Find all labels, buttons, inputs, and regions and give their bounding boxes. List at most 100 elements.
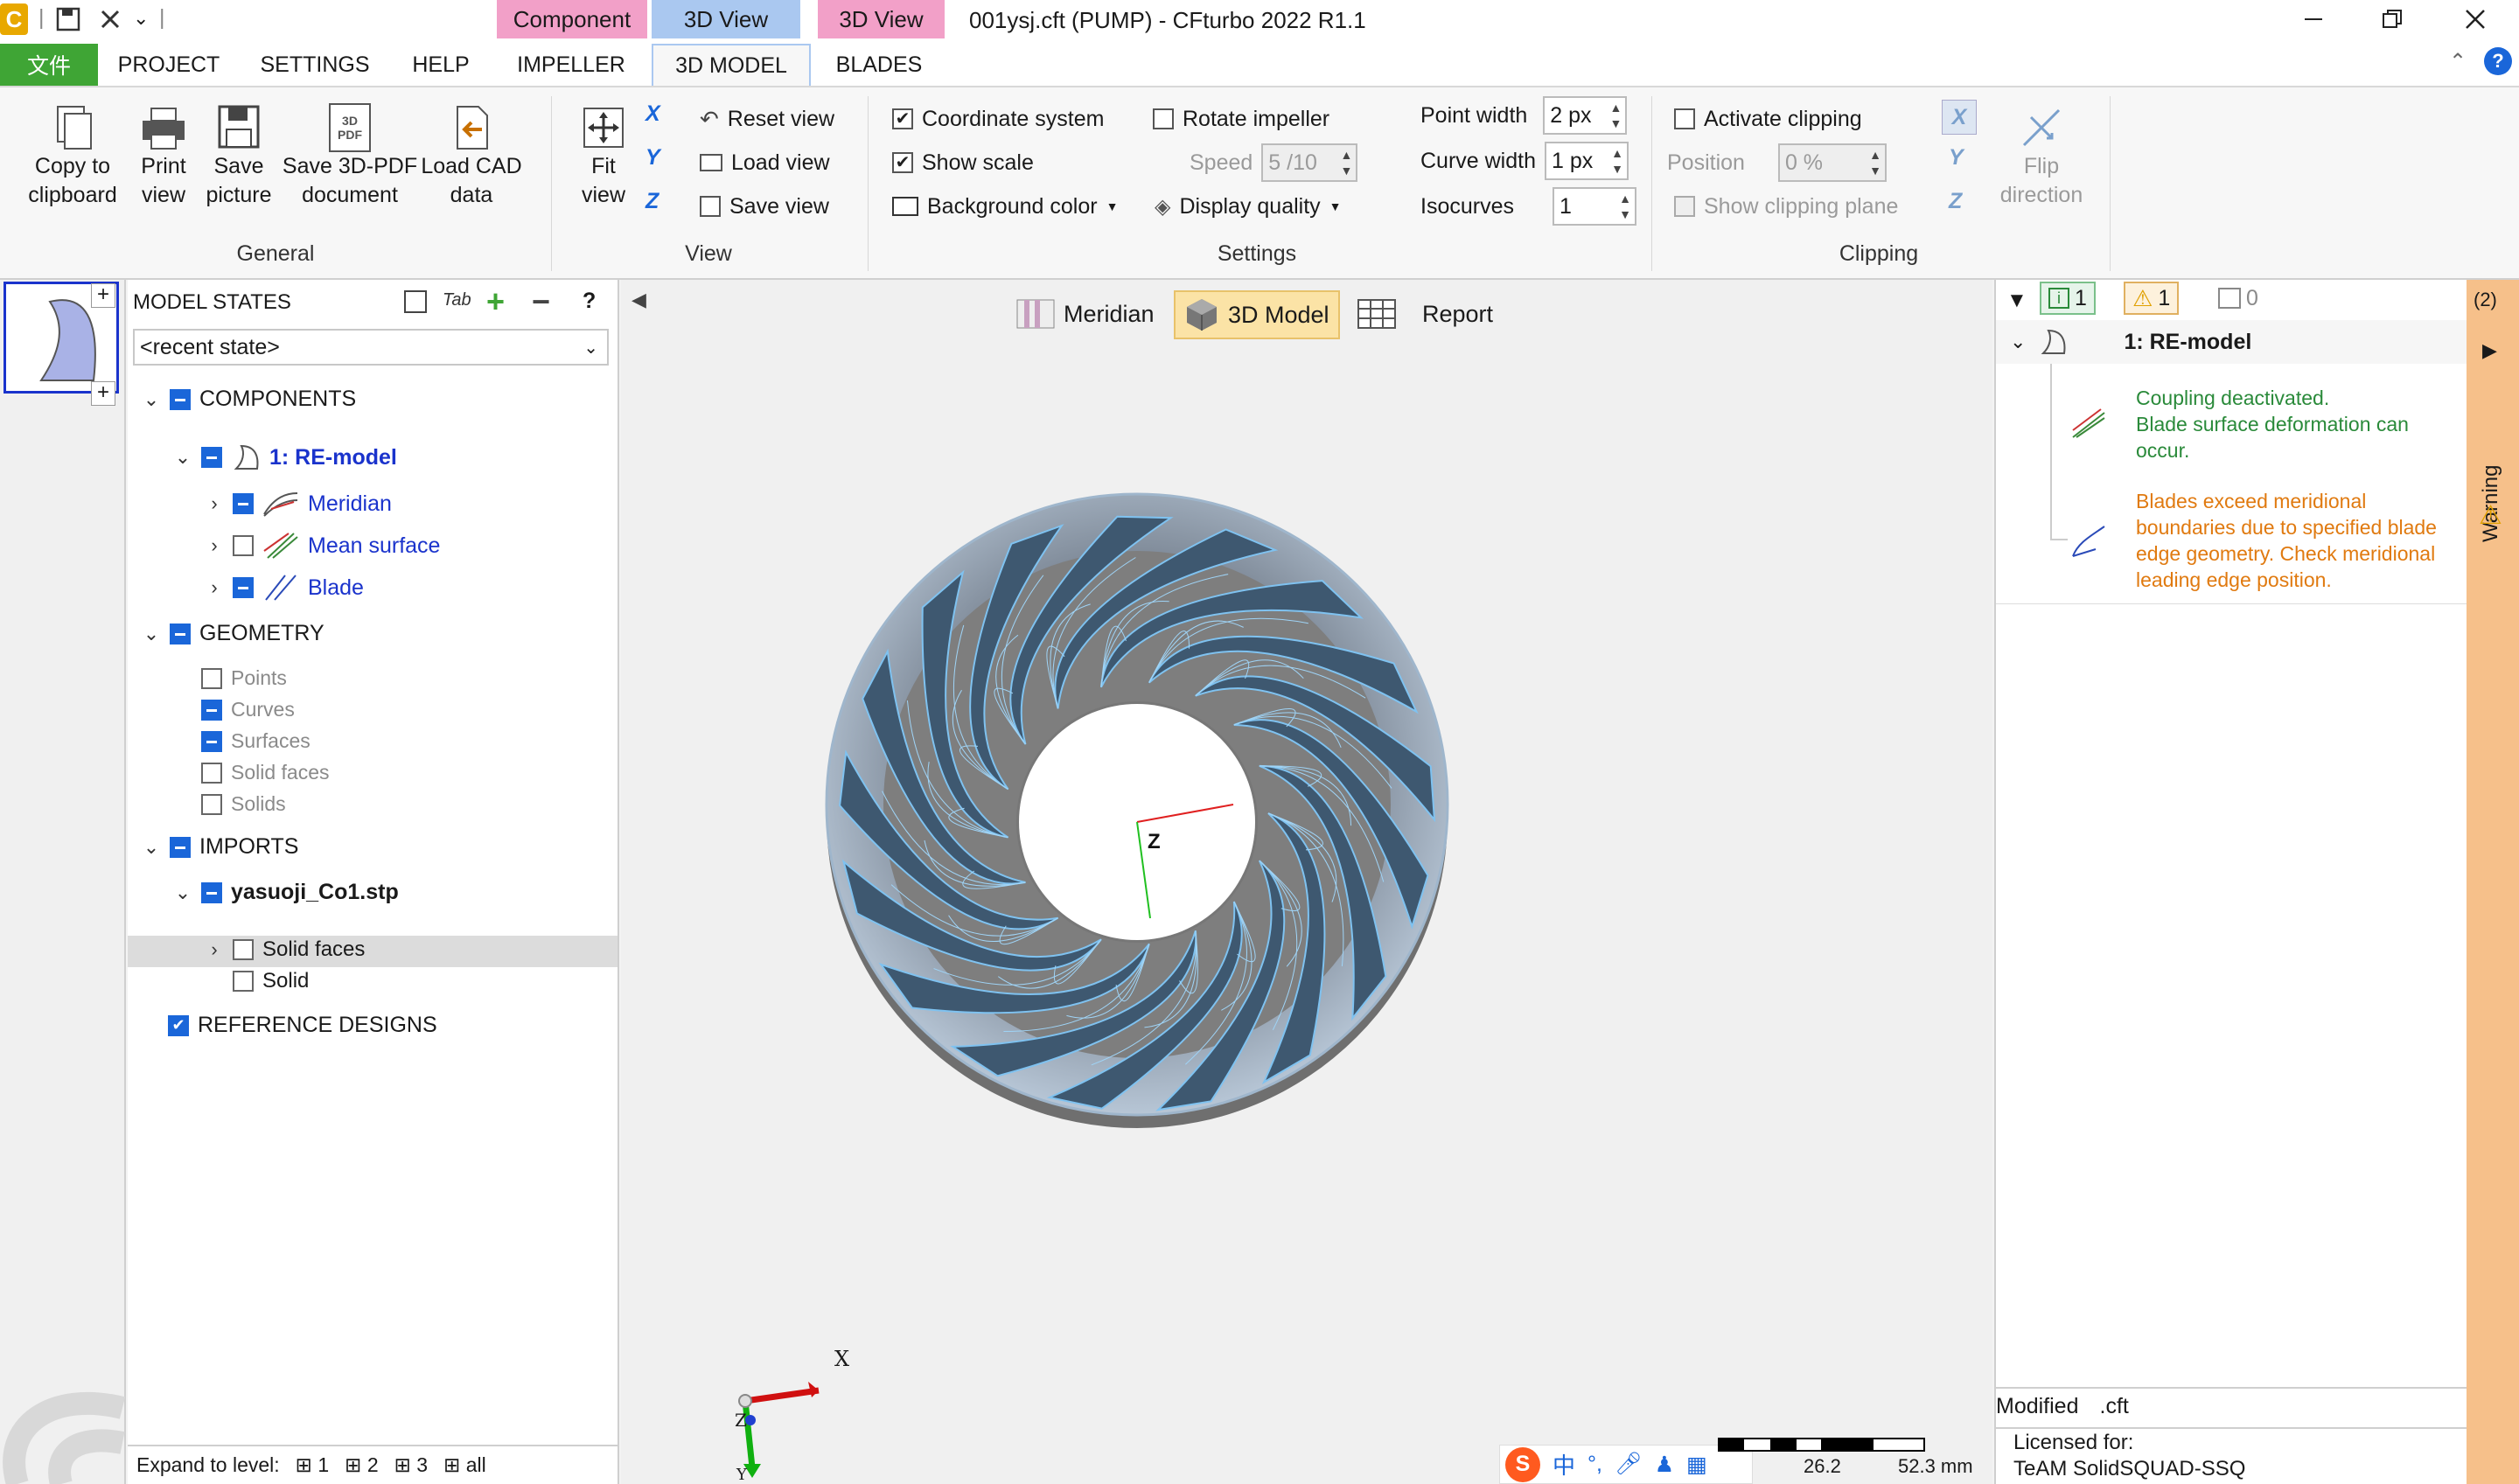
spinner-arrows-icon[interactable]: ▲ ▼ <box>1619 191 1631 222</box>
warning-side-tab[interactable]: Warning <box>2479 411 2507 586</box>
tab-icon[interactable]: Tab <box>443 290 471 310</box>
collapse-icon[interactable]: ⌄ <box>173 446 192 469</box>
tree-checkbox[interactable] <box>201 699 222 721</box>
state-select[interactable]: <recent state> ⌄ <box>133 329 609 366</box>
collapse-left-panel-icon[interactable]: ◀ <box>631 289 646 311</box>
tree-item-solid-faces-import[interactable]: › Solid faces <box>205 937 365 962</box>
ime-toolbar[interactable]: S 中 °, 🎤︎ ♟ ▦ <box>1499 1445 1753 1484</box>
spinner-arrows-icon[interactable]: ▲ ▼ <box>1609 100 1622 131</box>
3d-viewport[interactable]: ◀ Meridian 3D Model Report Z X Z Y S 中 °… <box>621 280 1992 1484</box>
filter-icon[interactable]: ▼ <box>2006 289 2027 313</box>
view-axis-x-button[interactable]: X <box>645 101 680 136</box>
tree-item-reference-designs[interactable]: ✔ REFERENCE DESIGNS <box>168 1013 437 1038</box>
collapse-icon[interactable]: ⌄ <box>142 836 161 859</box>
tab-file[interactable]: 文件 <box>0 44 98 86</box>
tree-item-re-model[interactable]: ⌄ 1: RE-model <box>173 442 397 472</box>
add-thumb-bottom-button[interactable]: + <box>91 381 115 406</box>
tree-item-geometry[interactable]: ⌄ GEOMETRY <box>142 621 324 646</box>
load-cad-button[interactable]: Load CAD data <box>418 103 525 210</box>
tree-checkbox[interactable] <box>233 939 254 960</box>
tree-checkbox[interactable] <box>201 793 222 815</box>
warning-filter-button[interactable]: ⚠ 1 <box>2124 282 2180 315</box>
show-scale-checkbox[interactable]: Show scale <box>892 145 1034 180</box>
customize-quick-access-icon[interactable]: ⌄ <box>133 7 150 31</box>
tab-blades[interactable]: BLADES <box>822 44 936 86</box>
print-view-button[interactable]: Print view <box>131 103 196 210</box>
tree-checkbox[interactable] <box>201 667 222 689</box>
tab-impeller[interactable]: IMPELLER <box>504 44 638 86</box>
warning-side-strip[interactable]: (2) ▶ Warning ⚠ <box>2467 280 2519 1484</box>
coordinate-system-check[interactable] <box>892 108 913 129</box>
impeller-3d-model[interactable]: Z <box>813 481 1461 1128</box>
remove-state-button[interactable]: − <box>532 283 550 320</box>
info-filter-button[interactable]: i 1 <box>2040 282 2096 315</box>
activate-clipping-check[interactable] <box>1674 108 1695 129</box>
tree-item-curves[interactable]: Curves <box>201 698 295 721</box>
tree-item-components[interactable]: ⌄ COMPONENTS <box>142 387 356 412</box>
collapse-icon[interactable]: ⌄ <box>142 388 161 411</box>
tree-item-solids[interactable]: Solids <box>201 792 286 816</box>
tab-project[interactable]: PROJECT <box>105 44 233 86</box>
tree-item-meridian[interactable]: › Meridian <box>205 490 392 518</box>
show-scale-check[interactable] <box>892 152 913 173</box>
tree-checkbox[interactable]: ✔ <box>168 1014 189 1036</box>
expand-icon[interactable]: › <box>205 492 224 515</box>
tree-checkbox[interactable] <box>233 971 254 992</box>
expand-icon[interactable]: › <box>205 534 224 557</box>
tree-checkbox[interactable] <box>201 881 222 903</box>
tree-item-points[interactable]: Points <box>201 666 287 690</box>
tree-checkbox[interactable] <box>201 730 222 752</box>
tree-checkbox[interactable] <box>170 623 191 644</box>
spinner-arrows-icon[interactable]: ▲ ▼ <box>1611 145 1623 177</box>
tree-item-blade[interactable]: › Blade <box>205 574 364 602</box>
collapse-icon[interactable]: ⌄ <box>2010 331 2026 353</box>
tree-checkbox[interactable] <box>233 577 254 598</box>
close-window-button[interactable] <box>2436 0 2515 38</box>
messages-root-row[interactable]: ⌄ 1: RE-model <box>1996 320 2467 364</box>
view-tab-report[interactable]: Report <box>1352 290 1498 338</box>
load-view-button[interactable]: Load view <box>700 145 830 180</box>
expand-level-3[interactable]: ⊞ 3 <box>394 1453 428 1477</box>
tree-item-mean-surface[interactable]: › Mean surface <box>205 532 440 560</box>
point-width-spinner[interactable]: 2 px ▲ ▼ <box>1543 96 1628 135</box>
collapse-icon[interactable]: ⌄ <box>173 881 192 904</box>
tree-item-solid-faces[interactable]: Solid faces <box>201 761 330 784</box>
tab-help[interactable]: HELP <box>401 44 481 86</box>
tab-settings[interactable]: SETTINGS <box>245 44 385 86</box>
coordinate-system-checkbox[interactable]: Coordinate system <box>892 101 1104 136</box>
tree-checkbox[interactable] <box>201 762 222 784</box>
restore-button[interactable] <box>2353 0 2432 38</box>
tree-help-button[interactable]: ? <box>583 289 596 314</box>
tree-checkbox[interactable] <box>233 493 254 514</box>
tree-item-solid-import[interactable]: Solid <box>233 969 309 993</box>
tree-item-import-file[interactable]: ⌄ yasuoji_Co1.stp <box>173 880 399 905</box>
tree-checkbox[interactable] <box>170 388 191 410</box>
expand-level-2[interactable]: ⊞ 2 <box>345 1453 378 1477</box>
add-thumb-top-button[interactable]: + <box>91 283 115 308</box>
copy-to-clipboard-button[interactable]: Copy to clipboard <box>16 103 129 210</box>
collapse-icon[interactable]: ⌄ <box>142 623 161 645</box>
curve-width-spinner[interactable]: 1 px ▲ ▼ <box>1545 142 1629 180</box>
save-view-button[interactable]: Save view <box>700 189 829 224</box>
tree-checkbox[interactable] <box>233 535 254 556</box>
view-axis-z-button[interactable]: Z <box>645 189 680 224</box>
display-quality-button[interactable]: ◈ Display quality ▼ <box>1155 189 1342 224</box>
app-logo-icon[interactable]: C <box>0 3 28 35</box>
save-picture-button[interactable]: Save picture <box>201 103 276 210</box>
fit-view-button[interactable]: Fit view <box>569 103 638 210</box>
help-icon[interactable]: ? <box>2484 47 2512 75</box>
expand-level-1[interactable]: ⊞ 1 <box>296 1453 329 1477</box>
save-state-icon[interactable] <box>404 290 427 313</box>
add-state-button[interactable]: + <box>486 283 505 320</box>
background-color-button[interactable]: Background color ▼ <box>892 189 1118 224</box>
other-filter-button[interactable]: 0 <box>2211 282 2265 315</box>
tree-item-imports[interactable]: ⌄ IMPORTS <box>142 834 299 860</box>
expand-level-all[interactable]: ⊞ all <box>443 1453 486 1477</box>
collapse-ribbon-icon[interactable]: ⌃ <box>2449 49 2467 74</box>
expand-icon[interactable]: › <box>205 938 224 961</box>
tree-checkbox[interactable] <box>170 836 191 858</box>
reset-view-button[interactable]: ↶ Reset view <box>700 101 834 136</box>
expand-panel-icon[interactable]: ▶ <box>2482 339 2497 362</box>
rotate-impeller-check[interactable] <box>1153 108 1174 129</box>
close-doc-icon[interactable] <box>98 7 122 31</box>
